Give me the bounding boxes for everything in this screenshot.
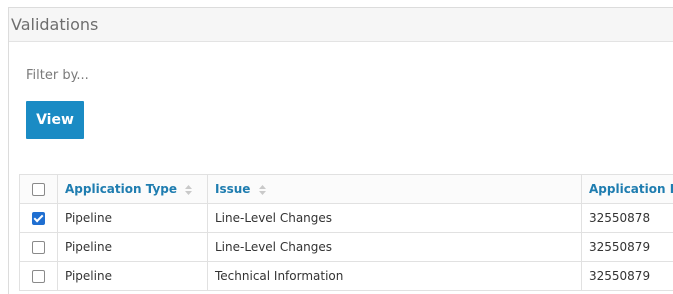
table-row[interactable]: Pipeline Line-Level Changes 32550878 [20,204,673,233]
cell-issue: Line-Level Changes [208,204,582,233]
row-select-cell [20,233,58,262]
column-header-label: Issue [215,182,250,196]
table-row[interactable]: Pipeline Line-Level Changes 32550879 [20,233,673,262]
select-all-cell [20,175,58,204]
cell-issue: Technical Information [208,262,582,291]
cell-issue: Line-Level Changes [208,233,582,262]
column-header-label: Application Type [65,182,177,196]
cell-application-id: 32550879 [582,262,673,291]
column-header-issue[interactable]: Issue [208,175,582,204]
select-all-checkbox[interactable] [32,183,45,196]
row-select-cell [20,262,58,291]
cell-application-type: Pipeline [58,233,208,262]
row-checkbox[interactable] [32,212,45,225]
row-checkbox[interactable] [32,241,45,254]
column-header-application-type[interactable]: Application Type [58,175,208,204]
sort-icon [259,185,266,195]
sort-icon [185,185,192,195]
panel-header: Validations [9,8,673,42]
row-checkbox[interactable] [32,270,45,283]
validations-table: Application Type Issue Application ID [19,174,673,291]
cell-application-type: Pipeline [58,262,208,291]
column-header-application-id[interactable]: Application ID [582,175,673,204]
view-button[interactable]: View [26,101,84,139]
table-row[interactable]: Pipeline Technical Information 32550879 [20,262,673,291]
cell-application-id: 32550879 [582,233,673,262]
row-select-cell [20,204,58,233]
cell-application-type: Pipeline [58,204,208,233]
column-header-label: Application ID [589,182,673,196]
panel-title: Validations [11,15,98,34]
filter-label: Filter by... [26,68,89,83]
table-header-row: Application Type Issue Application ID [20,175,673,204]
cell-application-id: 32550878 [582,204,673,233]
